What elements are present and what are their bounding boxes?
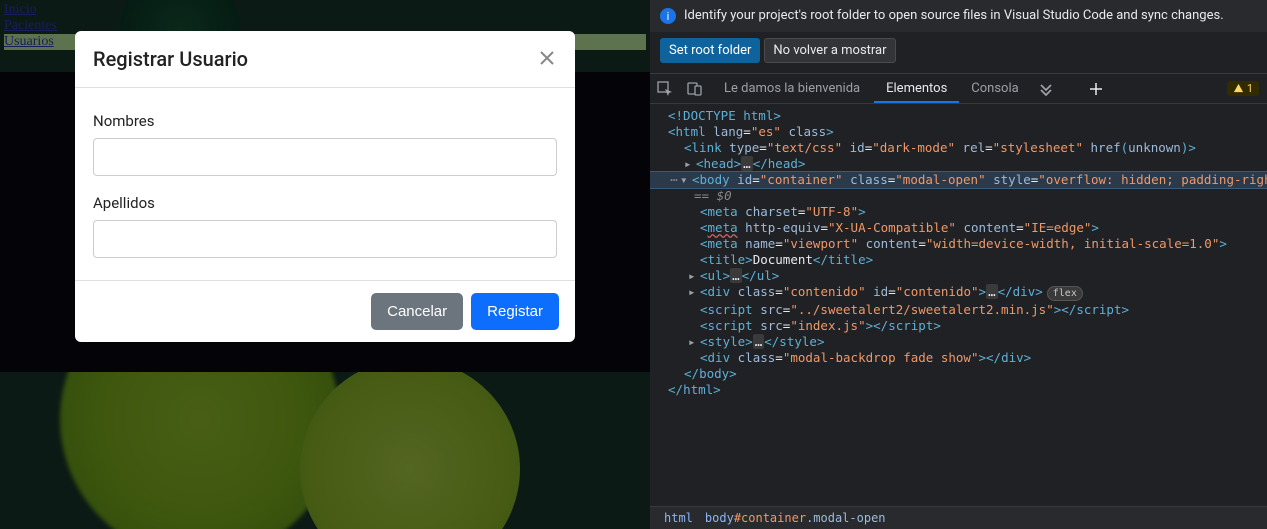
dom-node-ul-collapsed[interactable]: ▸<ul>…</ul> (650, 268, 1267, 284)
set-root-folder-button[interactable]: Set root folder (660, 38, 760, 63)
info-bar: i Identify your project's root folder to… (650, 0, 1267, 32)
dom-node-script1[interactable]: <script src="../sweetalert2/sweetalert2.… (650, 302, 1267, 318)
label-apellidos: Apellidos (93, 194, 557, 212)
breadcrumb: html body#container.modal-open (650, 506, 1267, 529)
dont-show-again-button[interactable]: No volver a mostrar (764, 38, 895, 63)
info-text: Identify your project's root folder to o… (684, 8, 1224, 23)
info-icon: i (660, 8, 676, 24)
welcome-tab[interactable]: Le damos la bienvenida (710, 81, 874, 96)
dom-node-meta-httpequiv[interactable]: <meta http-equiv="X-UA-Compatible" conte… (650, 220, 1267, 236)
dom-node-body-close[interactable]: </body> (650, 366, 1267, 382)
tab-elementos[interactable]: Elementos (874, 75, 959, 102)
devtools-panel: i Identify your project's root folder to… (650, 0, 1267, 529)
root-folder-buttons: Set root folder No volver a mostrar (650, 32, 1267, 74)
input-apellidos[interactable] (93, 220, 557, 258)
inspect-element-icon[interactable] (650, 75, 680, 103)
dom-node-title[interactable]: <title>Document</title> (650, 252, 1267, 268)
device-toolbar-icon[interactable] (680, 75, 710, 103)
modal-header: Registrar Usuario (75, 31, 575, 88)
dom-node-html-open[interactable]: <html lang="es" class> (650, 124, 1267, 140)
modal-footer: Cancelar Registar (75, 281, 575, 342)
dom-selected-marker: == $0 (650, 188, 1267, 204)
dom-node-doctype[interactable]: <!DOCTYPE html> (650, 108, 1267, 124)
dom-node-html-close[interactable]: </html> (650, 382, 1267, 398)
new-tab-icon[interactable] (1081, 75, 1111, 103)
dom-node-head-collapsed[interactable]: ▸<head>…</head> (650, 156, 1267, 172)
breadcrumb-html[interactable]: html (658, 511, 699, 525)
dom-node-div-backdrop[interactable]: <div class="modal-backdrop fade show"></… (650, 350, 1267, 366)
close-icon[interactable] (539, 50, 557, 68)
dom-tree[interactable]: <!DOCTYPE html> <html lang="es" class> <… (650, 104, 1267, 474)
dom-node-script2[interactable]: <script src="index.js"></script> (650, 318, 1267, 334)
devtools-tabs: Le damos la bienvenida Elementos Consola… (650, 74, 1267, 104)
more-tabs-icon[interactable] (1031, 75, 1061, 103)
dom-node-style-collapsed[interactable]: ▸<style>…</style> (650, 334, 1267, 350)
dom-node-body-open[interactable]: ⋯▾<body id="container" class="modal-open… (650, 172, 1267, 188)
modal-body: Nombres Apellidos (75, 88, 575, 281)
input-nombres[interactable] (93, 138, 557, 176)
dom-node-link[interactable]: <link type="text/css" id="dark-mode" rel… (650, 140, 1267, 156)
flex-badge[interactable]: flex (1047, 286, 1083, 301)
app-viewport: Inicio Pacientes Usuarios Agre DE USUARI… (0, 0, 650, 529)
tab-consola[interactable]: Consola (959, 75, 1030, 102)
modal-title: Registrar Usuario (93, 47, 248, 71)
breadcrumb-body[interactable]: body#container.modal-open (699, 511, 892, 525)
label-nombres: Nombres (93, 112, 557, 130)
cancel-button[interactable]: Cancelar (371, 293, 463, 330)
dom-node-meta-charset[interactable]: <meta charset="UTF-8"> (650, 204, 1267, 220)
dom-node-meta-viewport[interactable]: <meta name="viewport" content="width=dev… (650, 236, 1267, 252)
warnings-badge[interactable]: 1 (1227, 81, 1259, 96)
register-user-modal: Registrar Usuario Nombres Apellidos Canc… (75, 31, 575, 342)
dom-node-div-contenido[interactable]: ▸<div class="contenido" id="contenido">…… (650, 284, 1267, 302)
register-button[interactable]: Registar (471, 293, 559, 330)
warnings-count: 1 (1247, 82, 1253, 95)
